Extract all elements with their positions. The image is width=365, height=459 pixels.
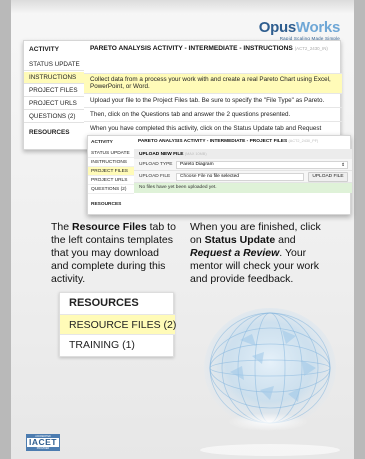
choose-file-button[interactable]: Choose File bbox=[180, 174, 206, 179]
activity-sidebar-small: ACTIVITY STATUS UPDATE INSTRUCTIONS PROJ… bbox=[88, 136, 134, 216]
decorative-globe bbox=[200, 308, 340, 456]
instruction-step: Upload your file to the Project Files ta… bbox=[84, 93, 342, 107]
resource-files-explanation: The Resource Files tab to the left conta… bbox=[51, 221, 176, 285]
opusworks-logo: OpusWorks Rapid Scaling Made Simple bbox=[258, 19, 341, 41]
file-picker-status: no file selected bbox=[206, 174, 239, 179]
sidebar-item-status-update[interactable]: STATUS UPDATE bbox=[88, 149, 134, 158]
sidebar-header: ACTIVITY bbox=[91, 140, 113, 145]
sidebar-resources-label[interactable]: RESOURCES bbox=[88, 200, 134, 209]
upload-section-header: UPLOAD NEW FILE (MAX 10MB) bbox=[134, 149, 352, 159]
status-update-emphasis: Status Update bbox=[204, 234, 276, 246]
upload-file-button[interactable]: UPLOAD FILE bbox=[308, 172, 348, 182]
top-shade bbox=[11, 0, 354, 14]
badge-bottom-text: PROVIDER bbox=[27, 447, 59, 450]
file-picker[interactable]: Choose File no file selected bbox=[176, 173, 304, 181]
status-update-explanation: When you are finished, click on Status U… bbox=[190, 221, 321, 285]
resources-menu: RESOURCES RESOURCE FILES (2) TRAINING (1… bbox=[59, 292, 176, 357]
page-title: PARETO ANALYSIS ACTIVITY - INTERMEDIATE … bbox=[138, 139, 319, 144]
resource-files-emphasis: Resource Files bbox=[72, 221, 147, 233]
logo-word-1: Opus bbox=[258, 19, 296, 36]
sidebar-resources-label[interactable]: RESOURCES bbox=[24, 127, 84, 139]
instructions-panel: ACTIVITY STATUS UPDATE INSTRUCTIONS PROJ… bbox=[23, 40, 342, 151]
sidebar-item-project-urls[interactable]: PROJECT URLS bbox=[88, 176, 134, 185]
upload-file-row: UPLOAD FILE Choose File no file selected… bbox=[134, 171, 352, 183]
upload-type-value: Pareto Diagram bbox=[180, 162, 214, 167]
upload-type-label: UPLOAD TYPE bbox=[139, 162, 173, 167]
activity-code: (ACT2_2430_PF) bbox=[288, 139, 319, 143]
resource-files-item[interactable]: RESOURCE FILES (2) bbox=[60, 314, 176, 335]
instruction-step: Collect data from a process your work wi… bbox=[84, 73, 342, 93]
project-files-panel: ACTIVITY STATUS UPDATE INSTRUCTIONS PROJ… bbox=[87, 135, 352, 216]
sidebar-header: ACTIVITY bbox=[29, 46, 60, 53]
sidebar-item-instructions[interactable]: INSTRUCTIONS bbox=[88, 158, 134, 167]
upload-file-label: UPLOAD FILE bbox=[139, 174, 171, 179]
page-title: PARETO ANALYSIS ACTIVITY - INTERMEDIATE … bbox=[90, 45, 328, 52]
request-review-emphasis: Request a Review bbox=[190, 247, 280, 259]
resources-header: RESOURCES bbox=[69, 297, 139, 309]
upload-type-row: UPLOAD TYPE Pareto Diagram ⇕ bbox=[134, 159, 352, 171]
training-item[interactable]: TRAINING (1) bbox=[60, 335, 175, 356]
sidebar-item-instructions[interactable]: INSTRUCTIONS bbox=[24, 72, 84, 84]
sidebar-item-project-files[interactable]: PROJECT FILES bbox=[24, 85, 84, 97]
select-arrows-icon: ⇕ bbox=[341, 162, 345, 167]
no-files-message: No files have yet been uploaded yet. bbox=[134, 183, 352, 193]
sidebar-item-questions[interactable]: QUESTIONS (2) bbox=[24, 111, 84, 123]
instruction-step: When you have completed this activity, c… bbox=[84, 121, 342, 135]
instruction-step: Then, click on the Questions tab and ans… bbox=[84, 107, 342, 121]
activity-sidebar: ACTIVITY STATUS UPDATE INSTRUCTIONS PROJ… bbox=[24, 41, 84, 151]
sidebar-item-status-update[interactable]: STATUS UPDATE bbox=[24, 59, 84, 71]
sidebar-item-project-urls[interactable]: PROJECT URLS bbox=[24, 98, 84, 110]
iacet-badge: ACCREDITED IACET PROVIDER bbox=[26, 434, 60, 451]
logo-word-2: Works bbox=[295, 19, 340, 36]
sidebar-item-questions[interactable]: QUESTIONS (2) bbox=[88, 185, 134, 194]
activity-code: (ACT2_2430_IN) bbox=[294, 46, 328, 51]
upload-size-limit: (MAX 10MB) bbox=[184, 152, 207, 156]
badge-main-text: IACET bbox=[29, 437, 57, 447]
sidebar-item-project-files[interactable]: PROJECT FILES bbox=[88, 167, 134, 176]
upload-type-select[interactable]: Pareto Diagram ⇕ bbox=[176, 161, 348, 169]
